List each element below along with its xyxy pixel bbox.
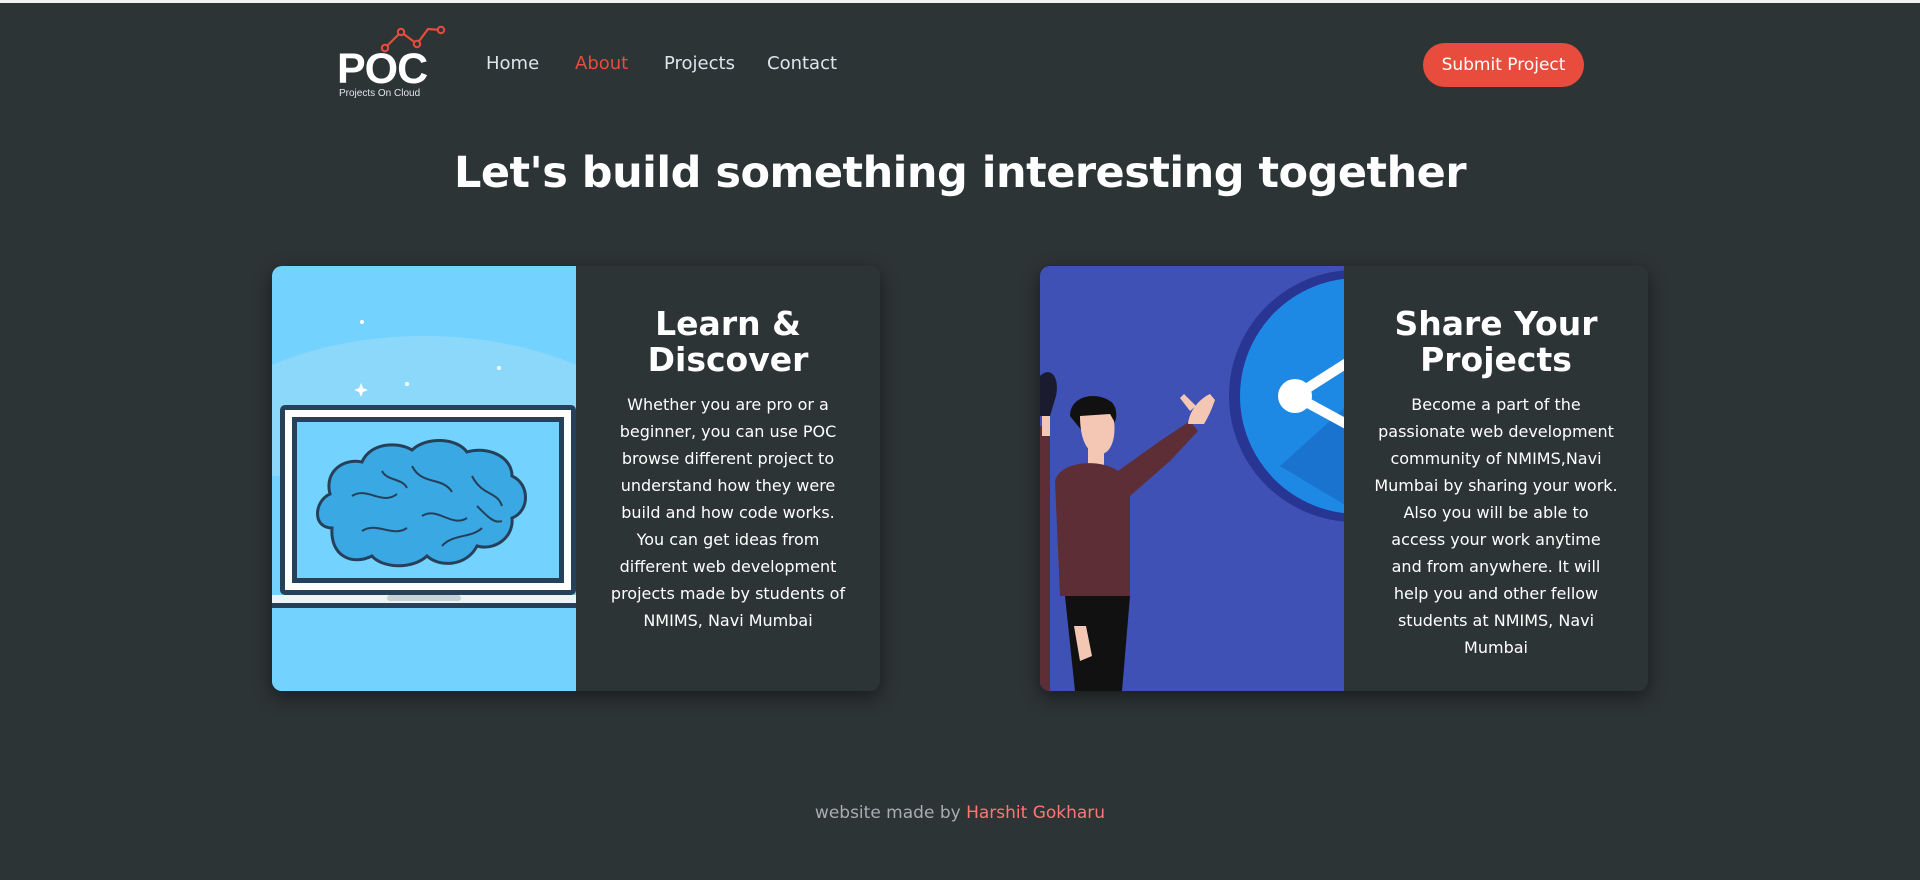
card-title: Share Your Projects [1394, 304, 1598, 379]
logo-subtitle: Projects On Cloud [339, 88, 421, 99]
card-body: Share Your Projects Become a part of the… [1344, 266, 1648, 691]
page-title: Let's build something interesting togeth… [453, 148, 1467, 198]
learn-discover-card: Learn & Discover Whether you are pro or … [272, 266, 880, 691]
logo-text: POC [337, 45, 428, 93]
card-description: Become a part of the passionate web deve… [1374, 395, 1618, 657]
author-link[interactable]: Harshit Gokharu [966, 803, 1105, 823]
brand-logo[interactable]: POC Projects On Cloud [337, 24, 449, 100]
people-share-illustration [1040, 266, 1344, 691]
card-description: Whether you are pro or a beginner, you c… [610, 395, 846, 630]
nav-about[interactable]: About [575, 53, 628, 74]
footer: website made by Harshit Gokharu [0, 803, 1920, 823]
laptop-brain-illustration [272, 266, 576, 691]
card-title: Learn & Discover [647, 304, 809, 379]
nav-projects[interactable]: Projects [664, 53, 735, 74]
footer-prefix: website made by [814, 803, 967, 823]
card-body: Learn & Discover Whether you are pro or … [576, 266, 880, 691]
top-border [0, 0, 1920, 3]
nav-home[interactable]: Home [486, 53, 539, 74]
share-projects-card: Share Your Projects Become a part of the… [1040, 266, 1648, 691]
submit-project-button[interactable]: Submit Project [1423, 43, 1584, 87]
nav-contact[interactable]: Contact [767, 53, 837, 74]
